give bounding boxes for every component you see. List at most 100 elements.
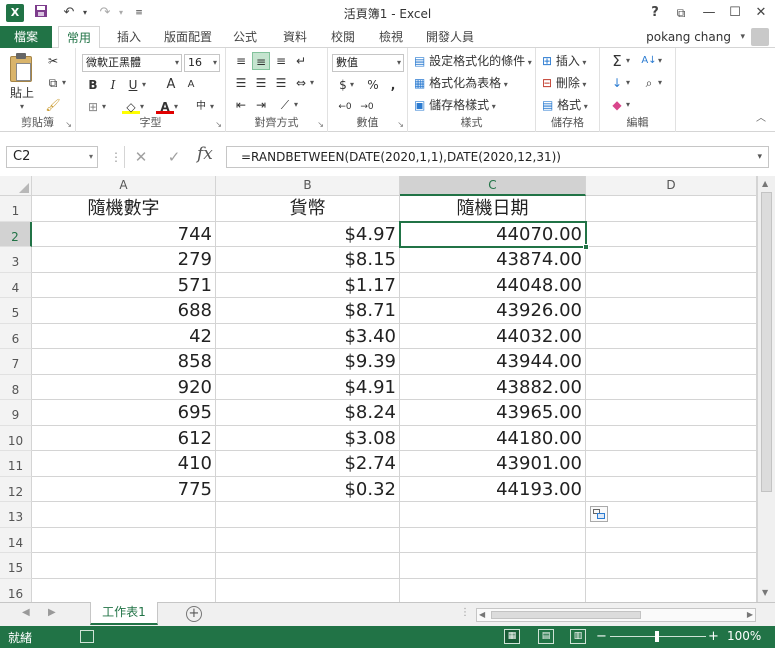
row-header[interactable]: 16 [0,578,32,602]
column-header[interactable]: D [586,176,757,196]
normal-view-button[interactable]: ▦ [504,629,520,644]
cell-styles-button[interactable]: ▣ 儲存格樣式 ▾ [414,96,496,114]
format-painter-icon[interactable]: 🖌 [44,96,62,114]
cell[interactable]: 43926.00 [400,298,586,324]
cell[interactable]: 612 [32,425,216,451]
expand-formula-bar-icon[interactable]: ▾ [757,147,762,167]
tab-developer[interactable]: 開發人員 [420,26,480,48]
cell[interactable]: $8.24 [216,400,400,426]
auto-fill-options-icon[interactable] [590,506,608,522]
cell[interactable]: $1.17 [216,272,400,298]
cell[interactable]: $3.40 [216,323,400,349]
help-button[interactable]: ? [644,3,666,23]
zoom-out-button[interactable]: − [596,628,607,645]
cell[interactable] [586,502,757,528]
cell[interactable] [586,527,757,553]
redo-dropdown-icon[interactable]: ▾ [112,4,130,22]
zoom-in-button[interactable]: + [708,628,719,645]
cell[interactable]: $4.97 [216,221,400,247]
autosum-icon[interactable]: Σ [608,52,626,70]
tab-splitter-icon[interactable]: ⋮ [460,607,470,618]
enter-icon[interactable]: ✓ [163,146,185,168]
cell[interactable]: 44048.00 [400,272,586,298]
cell[interactable] [216,578,400,602]
cell[interactable]: $9.39 [216,349,400,375]
merge-dropdown-icon[interactable]: ▾ [310,74,314,92]
customize-qat-icon[interactable]: ≡ [130,4,148,22]
tab-review[interactable]: 校閱 [324,26,362,48]
bold-button[interactable]: B [84,76,102,94]
cell[interactable] [586,323,757,349]
cell[interactable]: 410 [32,451,216,477]
header-cell[interactable]: 貨幣 [216,196,400,222]
fill-handle[interactable] [583,244,589,250]
vertical-scrollbar[interactable]: ▲ ▼ [757,176,775,602]
row-header[interactable]: 10 [0,425,32,451]
scroll-up-icon[interactable]: ▲ [762,179,768,188]
sort-filter-icon[interactable]: A↓ [640,52,658,70]
orientation-icon[interactable]: ⟋ [276,96,294,114]
fill-icon[interactable]: ↓ [608,74,626,92]
row-header[interactable]: 12 [0,476,32,502]
sheet-tab-active[interactable]: 工作表1 [90,602,158,625]
cell[interactable] [586,578,757,602]
tab-data[interactable]: 資料 [276,26,314,48]
tab-view[interactable]: 檢視 [372,26,410,48]
align-bottom-icon[interactable]: ≡ [272,52,290,70]
cell[interactable] [586,349,757,375]
horizontal-scroll-thumb[interactable] [491,611,641,619]
tab-insert[interactable]: 插入 [110,26,148,48]
cell[interactable]: $2.74 [216,451,400,477]
font-launcher-icon[interactable]: ↘ [215,120,222,129]
align-top-icon[interactable]: ≡ [232,52,250,70]
decrease-indent-icon[interactable]: ⇤ [232,96,250,114]
cell[interactable]: $8.15 [216,247,400,273]
cell[interactable] [32,502,216,528]
row-header[interactable]: 5 [0,298,32,324]
increase-indent-icon[interactable]: ⇥ [252,96,270,114]
conditional-formatting-button[interactable]: ▤ 設定格式化的條件 ▾ [414,52,532,70]
comma-style-button[interactable]: , [384,76,402,94]
row-header[interactable]: 14 [0,527,32,553]
zoom-slider-thumb[interactable] [655,631,659,642]
row-header[interactable]: 11 [0,451,32,477]
cell[interactable]: 44070.00 [400,221,586,247]
cell[interactable] [400,578,586,602]
cell[interactable] [216,553,400,579]
tab-home[interactable]: 常用 [58,26,100,49]
column-header[interactable]: C [400,176,586,196]
cell[interactable]: 775 [32,476,216,502]
record-macro-icon[interactable] [80,630,94,643]
cell[interactable] [586,247,757,273]
cell[interactable] [586,221,757,247]
header-cell[interactable]: 隨機日期 [400,196,586,222]
alignment-launcher-icon[interactable]: ↘ [317,120,324,129]
cell[interactable]: $8.71 [216,298,400,324]
number-launcher-icon[interactable]: ↘ [397,120,404,129]
new-sheet-button[interactable]: + [186,606,202,622]
row-header[interactable]: 7 [0,349,32,375]
cell[interactable]: 44180.00 [400,425,586,451]
name-box[interactable]: C2 ▾ [6,146,98,168]
align-right-icon[interactable]: ☰ [272,74,290,92]
scroll-tabs-left-icon[interactable]: ◀ [22,607,30,618]
percent-style-button[interactable]: % [364,76,382,94]
horizontal-scrollbar[interactable]: ◀ ▶ [476,608,756,622]
page-break-preview-button[interactable]: ▥ [570,629,586,644]
scroll-tabs-right-icon[interactable]: ▶ [48,607,56,618]
font-size-select[interactable]: 16 ▾ [184,54,220,72]
tab-formulas[interactable]: 公式 [226,26,264,48]
tab-page-layout[interactable]: 版面配置 [158,26,218,48]
cell[interactable]: 279 [32,247,216,273]
underline-dropdown-icon[interactable]: ▾ [142,76,146,94]
fill-color-icon[interactable]: ◇ [122,98,140,114]
row-header[interactable]: 3 [0,247,32,273]
align-left-icon[interactable]: ☰ [232,74,250,92]
cut-icon[interactable]: ✂ [44,52,62,70]
copy-icon[interactable]: ⧉ [44,74,62,92]
cell[interactable]: 688 [32,298,216,324]
cell[interactable]: 571 [32,272,216,298]
scroll-down-icon[interactable]: ▼ [762,588,768,597]
cell[interactable] [586,272,757,298]
cancel-icon[interactable]: ✕ [130,146,152,168]
